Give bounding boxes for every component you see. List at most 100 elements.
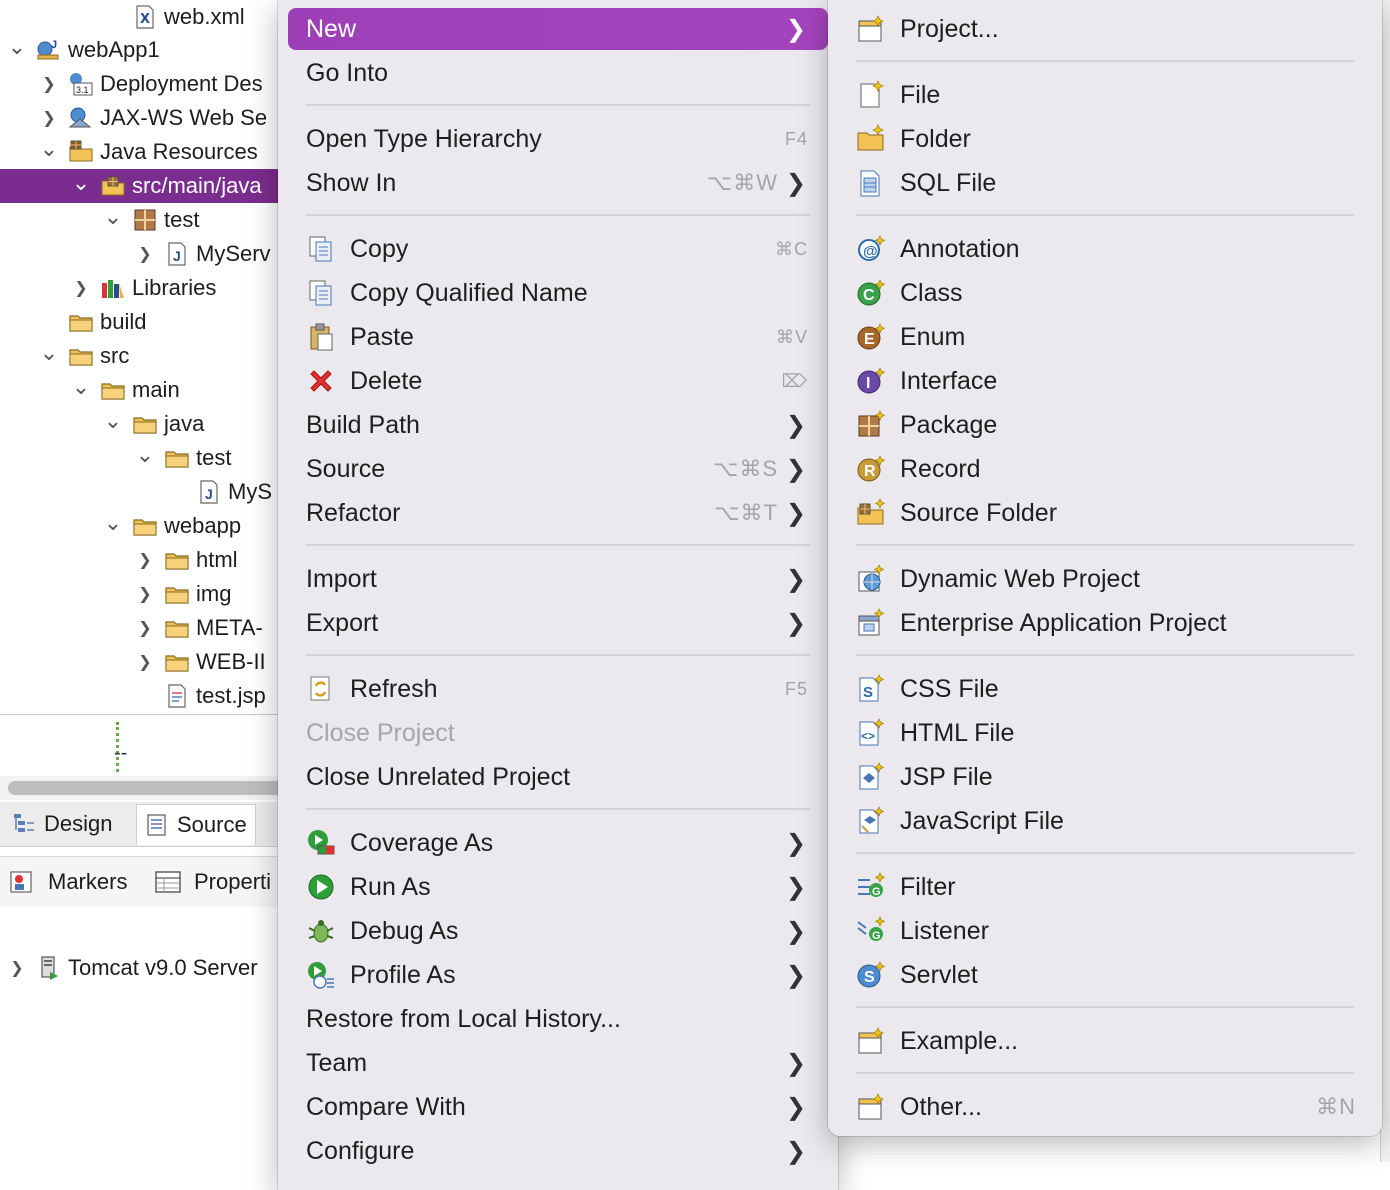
- submenu-item-jsp-file[interactable]: JSP File: [856, 756, 1356, 798]
- tree-item[interactable]: ❯ WEB-II: [0, 645, 300, 679]
- copy-qualified-name-icon: [306, 278, 336, 308]
- chevron-right-icon[interactable]: ❯: [72, 279, 90, 297]
- tree-item[interactable]: ⌄ src: [0, 339, 300, 373]
- chevron-right-icon[interactable]: ❯: [136, 245, 154, 263]
- submenu-item-folder[interactable]: Folder: [856, 118, 1356, 160]
- menu-item-source[interactable]: Source ⌥⌘S ❯: [288, 448, 828, 490]
- chevron-right-icon[interactable]: ❯: [136, 551, 154, 569]
- tree-item[interactable]: ❯ 3.1 Deployment Des: [0, 67, 300, 101]
- tab-design[interactable]: Design: [4, 804, 120, 844]
- tree-item[interactable]: test.jsp: [0, 679, 300, 713]
- chevron-down-icon[interactable]: ⌄: [72, 170, 90, 195]
- menu-item-copy[interactable]: Copy ⌘C: [288, 228, 828, 270]
- tree-item[interactable]: ⌄ java: [0, 407, 300, 441]
- chevron-right-icon[interactable]: ❯: [136, 585, 154, 603]
- tree-item[interactable]: ⌄ JwebApp1: [0, 33, 300, 67]
- submenu-item-package[interactable]: Package: [856, 404, 1356, 446]
- menu-item-refresh[interactable]: Refresh F5: [288, 668, 828, 710]
- tree-item[interactable]: ⌄ Java Resources: [0, 135, 300, 169]
- menu-item-copy-qualified-name[interactable]: Copy Qualified Name: [288, 272, 828, 314]
- menu-item-restore-from-local-history[interactable]: Restore from Local History...: [288, 998, 828, 1040]
- server-row[interactable]: ❯ Tomcat v9.0 Server: [0, 951, 300, 985]
- menu-item-refactor[interactable]: Refactor ⌥⌘T ❯: [288, 492, 828, 534]
- submenu-item-other[interactable]: Other... ⌘N: [856, 1086, 1356, 1128]
- tree-item[interactable]: Xweb.xml: [0, 0, 300, 34]
- tree-item[interactable]: ❯ META-: [0, 611, 300, 645]
- menu-item-delete[interactable]: Delete ⌦: [288, 360, 828, 402]
- chevron-right-icon[interactable]: ❯: [8, 959, 26, 977]
- tab-source[interactable]: Source: [136, 804, 256, 845]
- menu-item-new[interactable]: New ❯: [288, 8, 828, 50]
- submenu-item-example[interactable]: Example...: [856, 1020, 1356, 1062]
- menu-item-configure[interactable]: Configure ❯: [288, 1130, 828, 1172]
- submenu-item-dynamic-web-project[interactable]: Dynamic Web Project: [856, 558, 1356, 600]
- menu-item-run-as[interactable]: Run As ❯: [288, 866, 828, 908]
- chevron-down-icon[interactable]: ⌄: [104, 204, 122, 229]
- submenu-item-class[interactable]: C Class: [856, 272, 1356, 314]
- menu-item-compare-with[interactable]: Compare With ❯: [288, 1086, 828, 1128]
- submenu-item-sql-file[interactable]: SQL File: [856, 162, 1356, 204]
- tree-item[interactable]: ⌄ main: [0, 373, 300, 407]
- tree-item[interactable]: ❯ JAX-WS Web Se: [0, 101, 300, 135]
- menu-item-coverage-as[interactable]: Coverage As ❯: [288, 822, 828, 864]
- folder-icon: [164, 547, 190, 573]
- chevron-right-icon[interactable]: ❯: [40, 109, 58, 127]
- menu-item-debug-as[interactable]: Debug As ❯: [288, 910, 828, 952]
- submenu-item-html-file[interactable]: <> HTML File: [856, 712, 1356, 754]
- submenu-item-label: Dynamic Web Project: [900, 564, 1140, 593]
- tree-item[interactable]: ⌄ webapp: [0, 509, 300, 543]
- chevron-right-icon[interactable]: ❯: [136, 619, 154, 637]
- submenu-item-file[interactable]: File: [856, 74, 1356, 116]
- tree-item[interactable]: ❯ img: [0, 577, 300, 611]
- submenu-item-servlet[interactable]: S Servlet: [856, 954, 1356, 996]
- tree-item[interactable]: J MyS: [0, 475, 300, 509]
- chevron-down-icon[interactable]: ⌄: [104, 408, 122, 433]
- menu-item-go-into[interactable]: Go Into: [288, 52, 828, 94]
- scrollbar-thumb[interactable]: [8, 781, 308, 795]
- tree-item[interactable]: build: [0, 305, 300, 339]
- menu-item-build-path[interactable]: Build Path ❯: [288, 404, 828, 446]
- chevron-down-icon[interactable]: ⌄: [136, 442, 154, 467]
- tree-item[interactable]: ⌄ test: [0, 441, 300, 475]
- chevron-down-icon[interactable]: ⌄: [40, 340, 58, 365]
- menu-item-profile-as[interactable]: Profile As ❯: [288, 954, 828, 996]
- submenu-item-css-file[interactable]: S CSS File: [856, 668, 1356, 710]
- tab-markers[interactable]: Markers: [8, 861, 127, 903]
- menu-item-team[interactable]: Team ❯: [288, 1042, 828, 1084]
- submenu-item-javascript-file[interactable]: JavaScript File: [856, 800, 1356, 842]
- submenu-item-annotation[interactable]: @ Annotation: [856, 228, 1356, 270]
- menu-item-open-type-hierarchy[interactable]: Open Type Hierarchy F4: [288, 118, 828, 160]
- menu-item-show-in[interactable]: Show In ⌥⌘W ❯: [288, 162, 828, 204]
- folder-icon: [68, 309, 94, 335]
- tree-item[interactable]: ❯ J MyServ: [0, 237, 300, 271]
- submenu-item-record[interactable]: R Record: [856, 448, 1356, 490]
- menu-item-paste[interactable]: Paste ⌘V: [288, 316, 828, 358]
- chevron-right-icon[interactable]: ❯: [40, 75, 58, 93]
- tree-item[interactable]: ⌄ src/main/java: [0, 169, 300, 203]
- horizontal-scrollbar[interactable]: [0, 776, 308, 800]
- chevron-down-icon[interactable]: ⌄: [8, 34, 26, 59]
- menu-item-export[interactable]: Export ❯: [288, 602, 828, 644]
- submenu-item-project[interactable]: Project...: [856, 8, 1356, 50]
- submenu-item-interface[interactable]: I Interface: [856, 360, 1356, 402]
- submenu-item-enum[interactable]: E Enum: [856, 316, 1356, 358]
- submenu-item-label: Class: [900, 278, 963, 307]
- tree-item-label: test: [164, 207, 200, 232]
- menu-item-close-unrelated-project[interactable]: Close Unrelated Project: [288, 756, 828, 798]
- chevron-down-icon[interactable]: ⌄: [104, 510, 122, 535]
- menu-separator: [306, 544, 810, 546]
- svg-text:@: @: [863, 243, 878, 260]
- tree-item[interactable]: ❯ Libraries: [0, 271, 300, 305]
- tree-item[interactable]: ⌄ test: [0, 203, 300, 237]
- submenu-item-enterprise-application-project[interactable]: Enterprise Application Project: [856, 602, 1356, 644]
- submenu-item-listener[interactable]: G Listener: [856, 910, 1356, 952]
- chevron-right-icon[interactable]: ❯: [136, 653, 154, 671]
- submenu-item-source-folder[interactable]: Source Folder: [856, 492, 1356, 534]
- submenu-item-filter[interactable]: G Filter: [856, 866, 1356, 908]
- chevron-down-icon[interactable]: ⌄: [72, 374, 90, 399]
- tree-item[interactable]: ❯ html: [0, 543, 300, 577]
- menu-item-import[interactable]: Import ❯: [288, 558, 828, 600]
- chevron-down-icon[interactable]: ⌄: [40, 136, 58, 161]
- tab-properties[interactable]: Properti: [154, 861, 271, 903]
- jsp-file-icon: [164, 683, 190, 709]
